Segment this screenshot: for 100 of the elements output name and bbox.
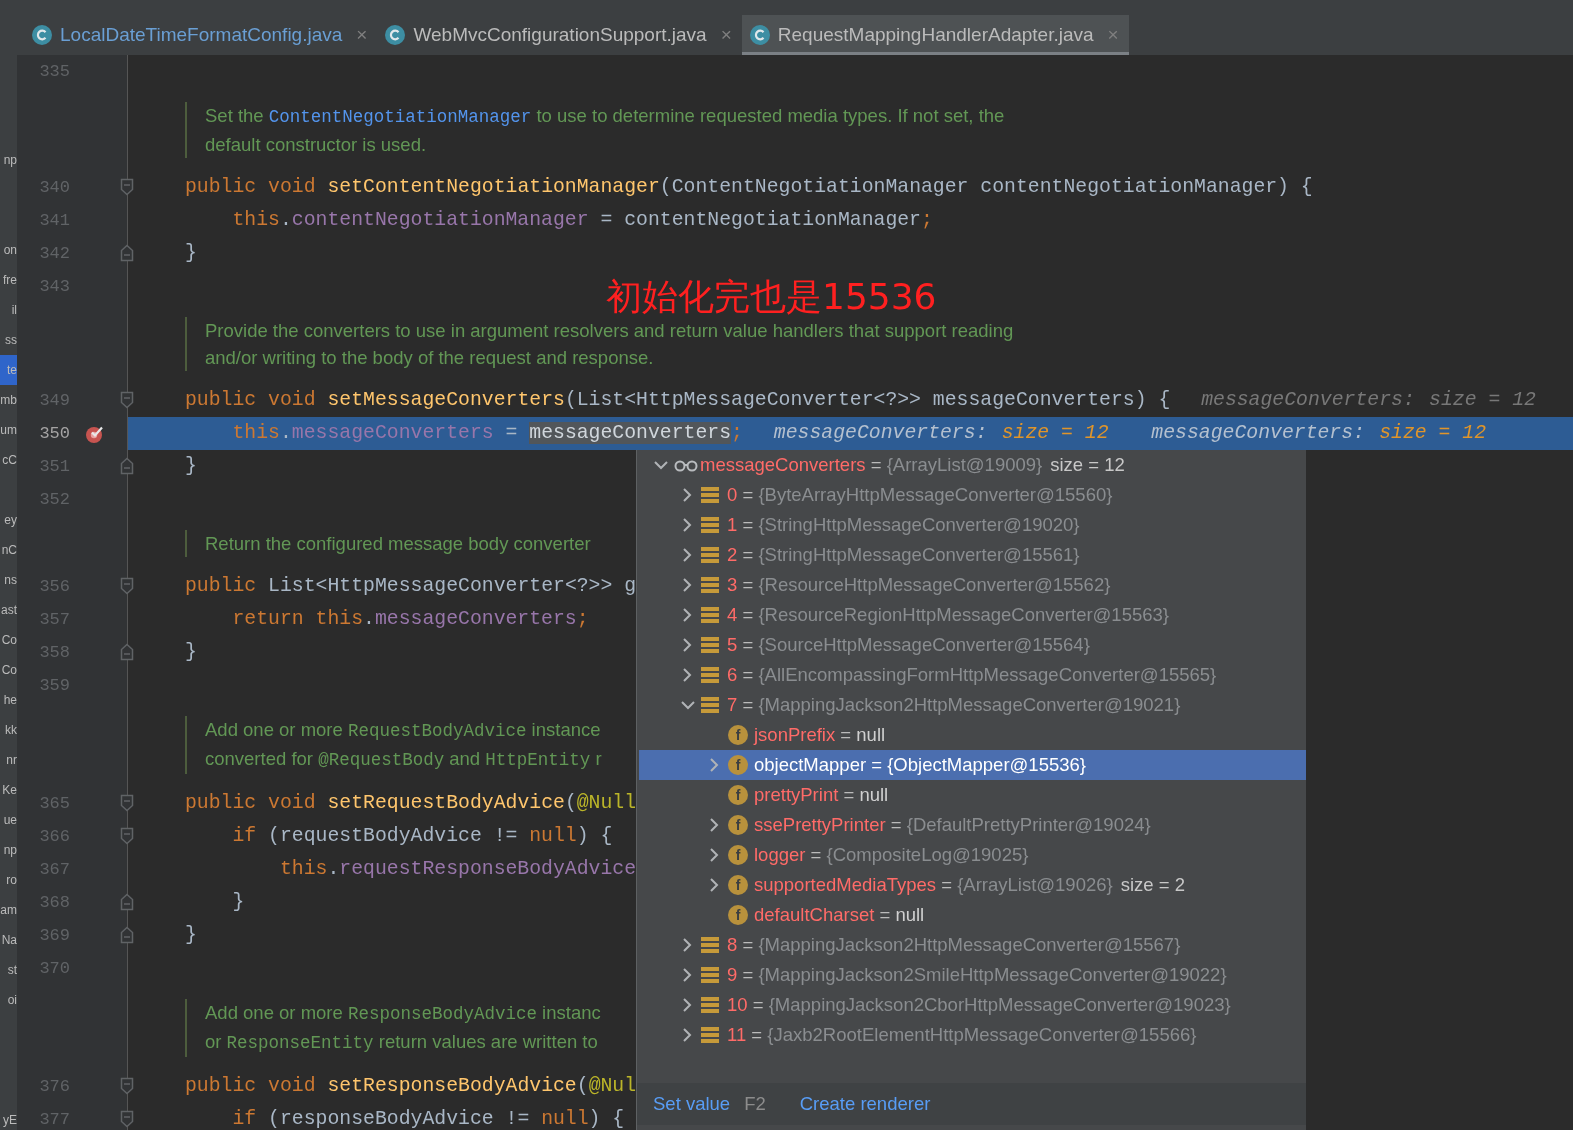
tree-row[interactable]: 7 = {MappingJackson2HttpMessageConverter@19021} bbox=[639, 690, 1306, 720]
code-line: public void setRequestBodyAdvice(@Null bbox=[185, 791, 637, 816]
tree-row[interactable]: 10 = {MappingJackson2CborHttpMessageConverter@19023} bbox=[639, 990, 1306, 1020]
code-line: public List<HttpMessageConverter<?>> g bbox=[185, 574, 637, 599]
variable-label: 10 = {MappingJackson2CborHttpMessageConverter@19023} bbox=[727, 993, 1231, 1018]
tree-item-fragment[interactable]: Co bbox=[0, 625, 17, 655]
variable-label: logger = {CompositeLog@19025} bbox=[754, 843, 1029, 868]
tree-row[interactable]: 3 = {ResourceHttpMessageConverter@15562} bbox=[639, 570, 1306, 600]
tree-row[interactable]: 5 = {SourceHttpMessageConverter@15564} bbox=[639, 630, 1306, 660]
variable-label: prettyPrint = null bbox=[754, 783, 889, 808]
tree-item-fragment[interactable]: fre bbox=[0, 265, 17, 295]
tree-row[interactable]: 4 = {ResourceRegionHttpMessageConverter@15563} bbox=[639, 600, 1306, 630]
tree-item-fragment[interactable]: ns bbox=[0, 565, 17, 595]
doc-comment-text: or ResponseEntity return values are written to bbox=[205, 1029, 599, 1055]
list-element-icon bbox=[701, 546, 719, 564]
shortcut-text: F2 bbox=[744, 1092, 766, 1117]
variable-label: 5 = {SourceHttpMessageConverter@15564} bbox=[727, 633, 1090, 658]
variable-label: 8 = {MappingJackson2HttpMessageConverter@15567} bbox=[727, 933, 1181, 958]
tree-item-fragment[interactable]: te bbox=[0, 355, 17, 385]
tree-item-fragment[interactable]: cC bbox=[0, 445, 17, 475]
tree-row[interactable]: messageConverters = {ArrayList@19009} size = 12 bbox=[639, 450, 1306, 480]
tree-item-fragment[interactable]: um bbox=[0, 415, 17, 445]
list-element-icon bbox=[701, 1026, 719, 1044]
variable-label: 1 = {StringHttpMessageConverter@19020} bbox=[727, 513, 1080, 538]
tree-row[interactable]: 2 = {StringHttpMessageConverter@15561} bbox=[639, 540, 1306, 570]
variable-label: defaultCharset = null bbox=[754, 903, 925, 928]
doc-comment-text: Provide the converters to use in argument resolvers and return value handlers that support reading bbox=[205, 318, 1014, 343]
tree-item-fragment[interactable]: oi bbox=[0, 985, 17, 1015]
doc-comment-text: Add one or more RequestBodyAdvice instance bbox=[205, 717, 602, 743]
variable-label: ssePrettyPrinter = {DefaultPrettyPrinter@19024} bbox=[754, 813, 1151, 838]
popup-link[interactable]: Set value bbox=[653, 1090, 731, 1118]
tree-row[interactable]: 6 = {AllEncompassingFormHttpMessageConverter@15565} bbox=[639, 660, 1306, 690]
tree-item-fragment[interactable]: st bbox=[0, 955, 17, 985]
inline-hint: messageConverters: size = 12 bbox=[1151, 420, 1487, 446]
code-line: public void setMessageConverters(List<HttpMessageConverter<?>> messageConverters) { bbox=[185, 388, 1171, 413]
editor-tab[interactable]: LocalDateTimeFormatConfig.java × bbox=[24, 15, 378, 55]
tree-row[interactable]: f defaultCharset = null bbox=[639, 900, 1306, 930]
doc-comment-text: Return the configured message body converter bbox=[205, 531, 591, 556]
code-line: if (responseBodyAdvice != null) { bbox=[232, 1107, 625, 1130]
tree-item-fragment[interactable]: ro bbox=[0, 865, 17, 895]
list-element-icon bbox=[701, 666, 719, 684]
tree-row[interactable]: 8 = {MappingJackson2HttpMessageConverter@15567} bbox=[639, 930, 1306, 960]
tree-item-fragment[interactable]: np bbox=[0, 145, 17, 175]
code-line: } bbox=[185, 454, 197, 479]
code-line: } bbox=[185, 640, 197, 665]
tree-item-fragment[interactable]: ast bbox=[0, 595, 17, 625]
variable-label: 7 = {MappingJackson2HttpMessageConverter@19021} bbox=[727, 693, 1181, 718]
tree-row[interactable]: f ssePrettyPrinter = {DefaultPrettyPrinter@19024} bbox=[639, 810, 1306, 840]
annotation-text: 初始化完也是15536 bbox=[606, 279, 937, 315]
variable-label: messageConverters = {ArrayList@19009} size = 12 bbox=[700, 453, 1125, 478]
tree-item-fragment[interactable]: ss bbox=[0, 325, 17, 355]
code-line: this.requestResponseBodyAdvice bbox=[279, 857, 637, 882]
code-line: return this.messageConverters; bbox=[232, 607, 589, 632]
tree-row[interactable]: f logger = {CompositeLog@19025} bbox=[639, 840, 1306, 870]
tree-item-fragment[interactable]: Co bbox=[0, 655, 17, 685]
variable-label: objectMapper = {ObjectMapper@15536} bbox=[754, 753, 1086, 778]
tree-item-fragment[interactable]: nr bbox=[0, 745, 17, 775]
tree-item-fragment[interactable]: np bbox=[0, 835, 17, 865]
tree-item-fragment[interactable]: mb bbox=[0, 385, 17, 415]
tree-item-fragment[interactable]: kk bbox=[0, 715, 17, 745]
tree-item-fragment[interactable]: ue bbox=[0, 805, 17, 835]
tree-row[interactable]: f supportedMediaTypes = {ArrayList@19026} size = 2 bbox=[639, 870, 1306, 900]
variable-label: 11 = {Jaxb2RootElementHttpMessageConverter@15566} bbox=[727, 1023, 1197, 1048]
code-line: } bbox=[185, 923, 197, 948]
tree-row[interactable]: 0 = {ByteArrayHttpMessageConverter@15560} bbox=[639, 480, 1306, 510]
field-icon: f bbox=[728, 815, 748, 835]
tree-item-fragment[interactable]: il bbox=[0, 295, 17, 325]
list-element-icon bbox=[701, 606, 719, 624]
tree-item-fragment[interactable]: nC bbox=[0, 535, 17, 565]
variable-label: 6 = {AllEncompassingFormHttpMessageConverter@15565} bbox=[727, 663, 1217, 688]
tree-item-fragment[interactable]: am bbox=[0, 895, 17, 925]
tree-row[interactable]: 1 = {StringHttpMessageConverter@19020} bbox=[639, 510, 1306, 540]
code-line: if (requestBodyAdvice != null) { bbox=[232, 824, 613, 849]
tree-row[interactable]: f objectMapper = {ObjectMapper@15536} bbox=[639, 750, 1306, 780]
list-element-icon bbox=[701, 516, 719, 534]
code-line: public void setContentNegotiationManager(ContentNegotiationManager contentNegotiationManager) { bbox=[185, 175, 1313, 200]
tree-row[interactable]: 9 = {MappingJackson2SmileHttpMessageConverter@19022} bbox=[639, 960, 1306, 990]
variable-label: jsonPrefix = null bbox=[754, 723, 886, 748]
tree-item-fragment[interactable]: ey bbox=[0, 505, 17, 535]
variable-label: 9 = {MappingJackson2SmileHttpMessageConverter@19022} bbox=[727, 963, 1227, 988]
list-element-icon bbox=[701, 966, 719, 984]
tree-item-fragment[interactable]: Ke bbox=[0, 775, 17, 805]
tree-row[interactable]: 11 = {Jaxb2RootElementHttpMessageConverter@15566} bbox=[639, 1020, 1306, 1050]
field-icon: f bbox=[728, 725, 748, 745]
tree-item-fragment[interactable]: on bbox=[0, 235, 17, 265]
tree-row[interactable]: f jsonPrefix = null bbox=[639, 720, 1306, 750]
doc-comment-text: converted for @RequestBody and HttpEntity r bbox=[205, 746, 602, 772]
field-icon: f bbox=[728, 845, 748, 865]
inline-hint: messageConverters: size = 12 bbox=[773, 420, 1109, 446]
list-element-icon bbox=[701, 936, 719, 954]
editor-tab[interactable]: RequestMappingHandlerAdapter.java × bbox=[741, 15, 1129, 55]
editor-tab[interactable]: WebMvcConfigurationSupport.java × bbox=[377, 15, 742, 55]
tree-item-fragment[interactable]: he bbox=[0, 685, 17, 715]
tree-item-fragment[interactable]: yE bbox=[0, 1105, 17, 1130]
class-icon bbox=[32, 25, 52, 45]
code-line: this.messageConverters = messageConverters; bbox=[232, 421, 743, 446]
popup-link[interactable]: Create renderer bbox=[799, 1090, 931, 1118]
variable-label: 0 = {ByteArrayHttpMessageConverter@15560} bbox=[727, 483, 1113, 508]
tree-row[interactable]: f prettyPrint = null bbox=[639, 780, 1306, 810]
tree-item-fragment[interactable]: Na bbox=[0, 925, 17, 955]
